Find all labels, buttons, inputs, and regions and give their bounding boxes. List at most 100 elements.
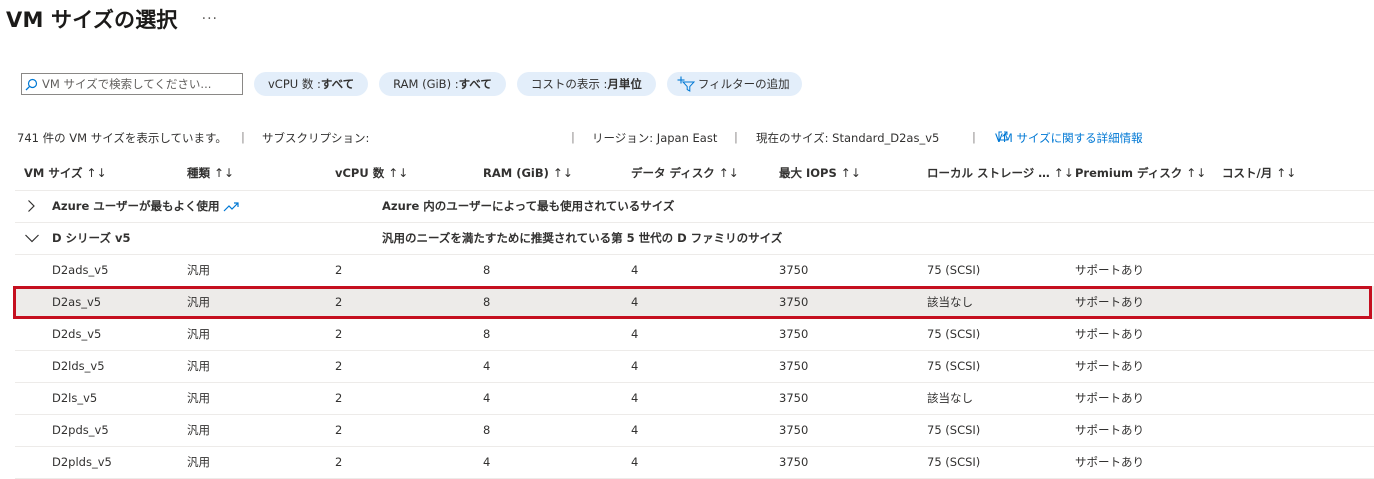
cell-type: 汎用	[187, 327, 210, 341]
cell-ram: 8	[483, 327, 491, 341]
table-row[interactable]: D2ls_v5 汎用 2 4 4 3750 該当なし サポートあり	[15, 383, 1374, 415]
column-header-type[interactable]: 種類 ↑↓	[187, 158, 234, 188]
chevron-down-icon[interactable]	[24, 231, 40, 245]
column-header-vcpu[interactable]: vCPU 数 ↑↓	[335, 158, 408, 188]
cell-vcpu: 2	[335, 295, 343, 309]
cell-max-iops: 3750	[779, 423, 809, 437]
cell-data-disks: 4	[631, 391, 639, 405]
group-row-most-used[interactable]: Azure ユーザーが最もよく使用 Azure 内のユーザーによって最も使用され…	[15, 191, 1374, 223]
vcpu-filter-pill[interactable]: vCPU 数 : すべて	[254, 72, 369, 96]
table-row[interactable]: D2ds_v5 汎用 2 8 4 3750 75 (SCSI) サポートあり	[15, 319, 1374, 351]
cell-premium-disk: サポートあり	[1075, 295, 1144, 309]
cell-local-storage: 75 (SCSI)	[927, 423, 981, 437]
cell-max-iops: 3750	[779, 359, 809, 373]
group-name: Azure ユーザーが最もよく使用	[52, 191, 239, 222]
sort-icon: ↑↓	[86, 166, 107, 180]
ram-filter-pill[interactable]: RAM (GiB) : すべて	[379, 72, 506, 96]
cell-local-storage: 75 (SCSI)	[927, 455, 981, 469]
vm-size-grid: VM サイズ ↑↓ 種類 ↑↓ vCPU 数 ↑↓ RAM (GiB) ↑↓ データ デ…	[13, 158, 1374, 479]
cell-type: 汎用	[187, 295, 210, 309]
search-input[interactable]	[42, 77, 232, 91]
cell-type: 汎用	[187, 263, 210, 277]
pill-value: すべて	[320, 77, 355, 91]
search-box[interactable]	[21, 73, 243, 95]
cell-data-disks: 4	[631, 423, 639, 437]
pill-label: vCPU 数 :	[268, 77, 321, 91]
grid-header: VM サイズ ↑↓ 種類 ↑↓ vCPU 数 ↑↓ RAM (GiB) ↑↓ データ デ…	[15, 158, 1374, 191]
cell-premium-disk: サポートあり	[1075, 391, 1144, 405]
result-count: 741 件の VM サイズを表示しています。	[17, 131, 227, 145]
cell-type: 汎用	[187, 391, 210, 405]
table-row[interactable]: D2plds_v5 汎用 2 4 4 3750 75 (SCSI) サポートあり	[15, 447, 1374, 479]
add-filter-button[interactable]: フィルターの追加	[666, 72, 802, 96]
cost-display-pill[interactable]: コストの表示 : 月単位	[516, 72, 656, 96]
trending-icon	[223, 202, 239, 212]
cell-ram: 4	[483, 455, 491, 469]
column-header-data-disks[interactable]: データ ディスク ↑↓	[631, 158, 739, 188]
cell-max-iops: 3750	[779, 391, 809, 405]
group-name: D シリーズ v5	[52, 231, 131, 245]
cell-premium-disk: サポートあり	[1075, 263, 1144, 277]
add-filter-label: フィルターの追加	[697, 77, 790, 91]
table-row-selected[interactable]: D2as_v5 汎用 2 8 4 3750 該当なし サポートあり	[13, 286, 1374, 319]
cell-vm-size: D2pds_v5	[52, 423, 109, 437]
chevron-right-icon[interactable]	[24, 199, 38, 213]
sort-icon: ↑↓	[840, 166, 861, 180]
title-row: VM サイズの選択 ···	[6, 4, 218, 34]
cell-premium-disk: サポートあり	[1075, 359, 1144, 373]
cell-vm-size: D2lds_v5	[52, 359, 105, 373]
region-label: リージョン: Japan East	[592, 131, 718, 145]
cell-data-disks: 4	[631, 295, 639, 309]
info-separator: |	[972, 130, 976, 144]
filter-bar: vCPU 数 : すべて RAM (GiB) : すべて コストの表示 : 月単…	[21, 72, 813, 96]
column-header-local-storage[interactable]: ローカル ストレージ … ↑↓	[927, 158, 1074, 188]
cell-vm-size: D2ads_v5	[52, 263, 109, 277]
cell-data-disks: 4	[631, 359, 639, 373]
cell-premium-disk: サポートあり	[1075, 423, 1144, 437]
page-title: VM サイズの選択	[6, 8, 178, 32]
column-header-max-iops[interactable]: 最大 IOPS ↑↓	[779, 158, 861, 188]
column-header-cost[interactable]: コスト/月 ↑↓	[1222, 158, 1296, 188]
pill-value: すべて	[458, 77, 492, 91]
cell-ram: 4	[483, 391, 491, 405]
cell-vcpu: 2	[335, 455, 343, 469]
sort-icon: ↑↓	[1276, 166, 1297, 180]
current-size-label: 現在のサイズ: Standard_D2as_v5	[756, 131, 940, 145]
pill-label: RAM (GiB) :	[393, 77, 459, 91]
filter-add-icon	[677, 76, 695, 92]
cell-type: 汎用	[187, 455, 210, 469]
cell-max-iops: 3750	[779, 263, 809, 277]
sort-icon: ↑↓	[552, 166, 573, 180]
info-separator: |	[734, 130, 738, 144]
subscription-label: サブスクリプション:	[262, 131, 370, 145]
cell-ram: 4	[483, 359, 491, 373]
cell-vm-size: D2as_v5	[52, 295, 102, 309]
table-row[interactable]: D2pds_v5 汎用 2 8 4 3750 75 (SCSI) サポートあり	[15, 415, 1374, 447]
pill-label: コストの表示 :	[530, 77, 608, 91]
cell-max-iops: 3750	[779, 455, 809, 469]
cell-premium-disk: サポートあり	[1075, 327, 1144, 341]
column-header-vm-size[interactable]: VM サイズ ↑↓	[24, 158, 107, 188]
info-bar: 741 件の VM サイズを表示しています。 | サブスクリプション: | リー…	[0, 130, 1374, 146]
sort-icon: ↑↓	[718, 166, 739, 180]
sort-icon: ↑↓	[388, 166, 409, 180]
column-header-premium-disk[interactable]: Premium ディスク ↑↓	[1075, 158, 1206, 188]
info-separator: |	[241, 130, 245, 144]
cell-premium-disk: サポートあり	[1075, 455, 1144, 469]
group-row-d-series-v5[interactable]: D シリーズ v5 汎用のニーズを満たすために推奨されている第 5 世代の D …	[15, 223, 1374, 255]
table-row[interactable]: D2lds_v5 汎用 2 4 4 3750 75 (SCSI) サポートあり	[15, 351, 1374, 383]
cell-vcpu: 2	[335, 423, 343, 437]
cell-data-disks: 4	[631, 455, 639, 469]
table-row[interactable]: D2ads_v5 汎用 2 8 4 3750 75 (SCSI) サポートあり	[15, 255, 1374, 287]
cell-max-iops: 3750	[779, 327, 809, 341]
column-header-ram[interactable]: RAM (GiB) ↑↓	[483, 158, 573, 188]
vm-size-details-link[interactable]: VM サイズに関する詳細情報	[995, 130, 1143, 145]
cell-vcpu: 2	[335, 391, 343, 405]
sort-icon: ↑↓	[1186, 166, 1207, 180]
cell-type: 汎用	[187, 359, 210, 373]
cell-ram: 8	[483, 263, 491, 277]
more-options-icon[interactable]: ···	[202, 11, 218, 27]
cell-local-storage: 75 (SCSI)	[927, 263, 981, 277]
cell-type: 汎用	[187, 423, 210, 437]
group-description: 汎用のニーズを満たすために推奨されている第 5 世代の D ファミリのサイズ	[382, 231, 783, 245]
